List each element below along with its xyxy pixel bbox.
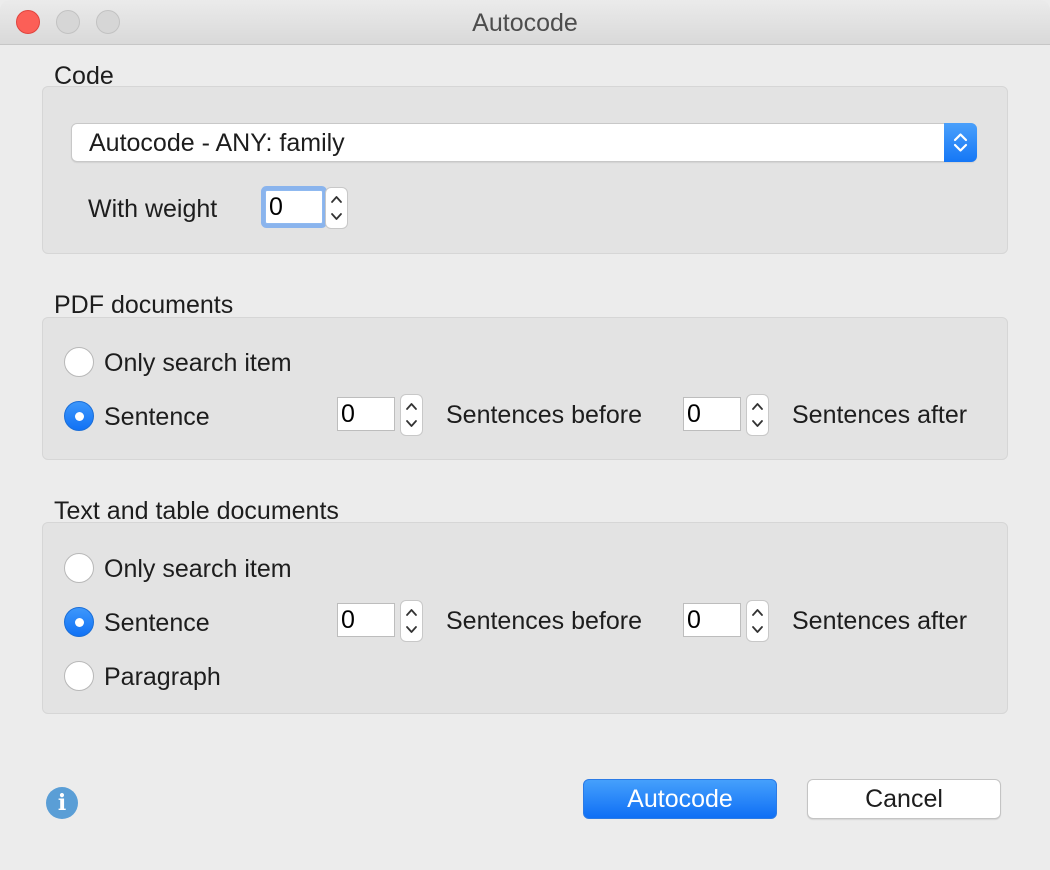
text-sentences-after-label: Sentences after [792, 607, 968, 635]
info-icon[interactable]: i [46, 787, 78, 819]
text-sentence-radio[interactable] [64, 607, 94, 637]
text-sentences-before-label: Sentences before [446, 607, 642, 635]
text-sentences-after-input[interactable]: 0 [683, 603, 741, 637]
text-sentences-before-stepper[interactable] [400, 600, 423, 642]
autocode-dialog: Autocode Code Autocode - ANY: family Wit… [0, 0, 1050, 870]
pdf-sentences-after-input[interactable]: 0 [683, 397, 741, 431]
pdf-sentences-after-label: Sentences after [792, 401, 968, 429]
text-paragraph-radio[interactable] [64, 661, 94, 691]
text-only-search-item-label[interactable]: Only search item [104, 555, 292, 584]
pdf-sentences-before-input[interactable]: 0 [337, 397, 395, 431]
pdf-group-box [42, 317, 1008, 460]
text-paragraph-label[interactable]: Paragraph [104, 663, 221, 692]
text-only-search-item-radio[interactable] [64, 553, 94, 583]
code-select-value: Autocode - ANY: family [89, 129, 345, 157]
pdf-sentence-radio[interactable] [64, 401, 94, 431]
select-arrows-icon[interactable] [944, 123, 977, 162]
text-sentence-label[interactable]: Sentence [104, 609, 210, 638]
code-group-box [42, 86, 1008, 254]
window-title: Autocode [472, 9, 578, 37]
text-sentences-after-stepper[interactable] [746, 600, 769, 642]
weight-label: With weight [88, 195, 218, 223]
pdf-only-search-item-label[interactable]: Only search item [104, 349, 292, 378]
weight-stepper[interactable] [325, 187, 348, 229]
pdf-sentences-before-label: Sentences before [446, 401, 642, 429]
text-sentences-before-input[interactable]: 0 [337, 603, 395, 637]
cancel-button[interactable]: Cancel [807, 779, 1001, 819]
pdf-sentences-before-stepper[interactable] [400, 394, 423, 436]
title-bar: Autocode [0, 0, 1050, 45]
pdf-section-heading: PDF documents [54, 291, 234, 319]
weight-input[interactable]: 0 [265, 190, 323, 224]
pdf-sentences-after-stepper[interactable] [746, 394, 769, 436]
pdf-only-search-item-radio[interactable] [64, 347, 94, 377]
pdf-sentence-label[interactable]: Sentence [104, 403, 210, 432]
autocode-button[interactable]: Autocode [583, 779, 777, 819]
code-select[interactable]: Autocode - ANY: family [71, 123, 977, 162]
